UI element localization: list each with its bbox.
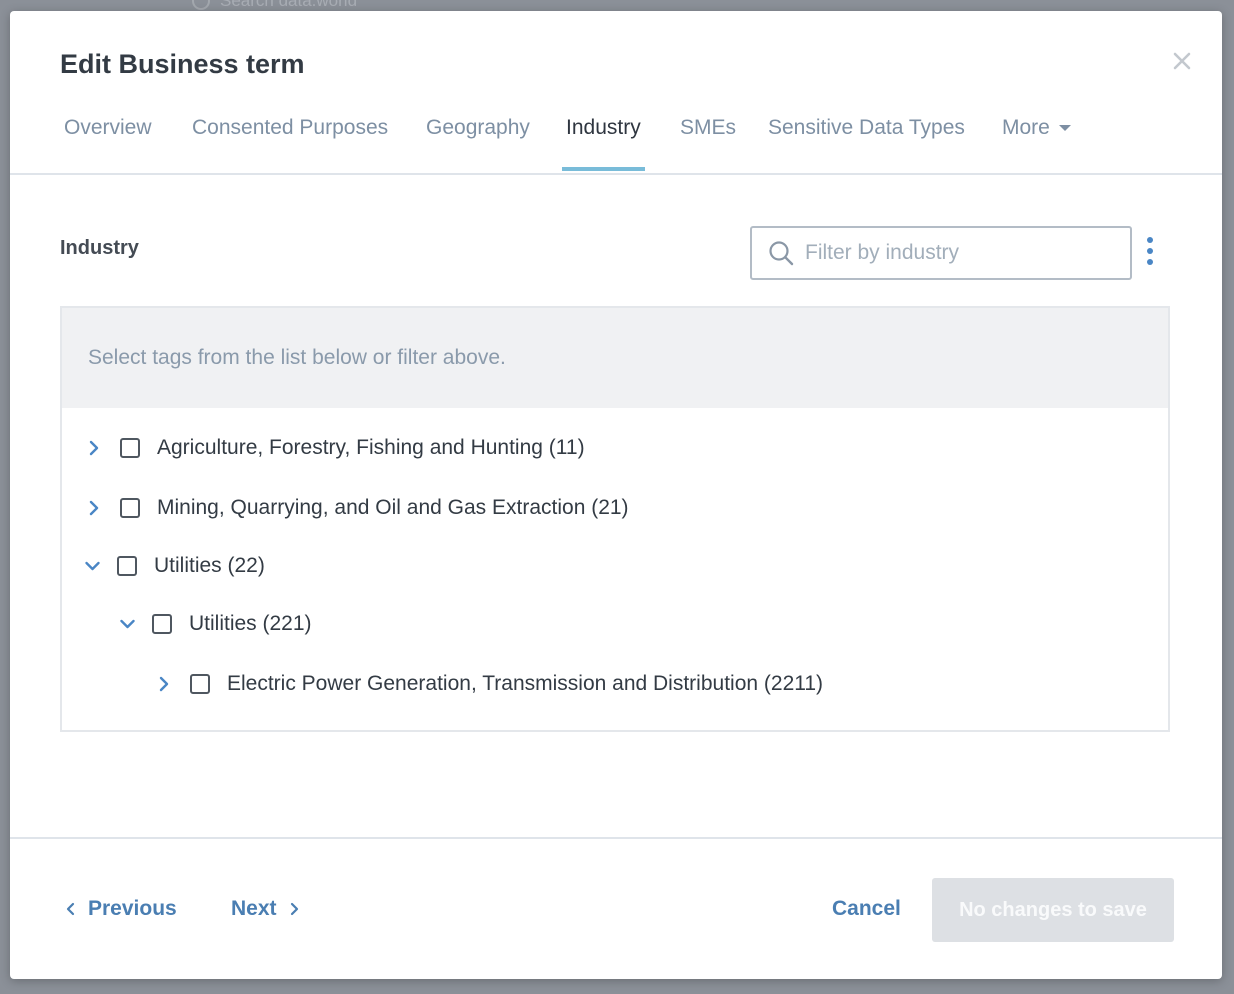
caret-down-icon (1058, 125, 1071, 132)
tree-item-label: Mining, Quarrying, and Oil and Gas Extra… (157, 496, 629, 519)
tree-item: Agriculture, Forestry, Fishing and Hunti… (86, 432, 585, 464)
tab-geography[interactable]: Geography (422, 109, 534, 171)
chevron-right-icon (290, 902, 298, 916)
filter-input[interactable] (803, 232, 1130, 274)
tree-item-label: Agriculture, Forestry, Fishing and Hunti… (157, 436, 585, 459)
tab-sensitive-data-types[interactable]: Sensitive Data Types (764, 109, 969, 171)
tree-item: Electric Power Generation, Transmission … (156, 668, 823, 700)
previous-button[interactable]: Previous (64, 888, 177, 930)
industry-tree-panel: Select tags from the list below or filte… (60, 306, 1170, 732)
tree-item: Mining, Quarrying, and Oil and Gas Extra… (86, 492, 629, 524)
tab-label: Sensitive Data Types (768, 116, 965, 139)
tab-smes[interactable]: SMEs (676, 109, 740, 171)
tab-overview[interactable]: Overview (60, 109, 156, 171)
tree-item-checkbox[interactable] (120, 438, 140, 458)
kebab-dot (1147, 248, 1153, 254)
tree-item: Utilities (22) (83, 550, 265, 582)
tab-label: More (1002, 116, 1050, 139)
tree-item-label: Utilities (221) (189, 612, 312, 635)
search-icon (769, 241, 794, 266)
more-options-icon[interactable] (1144, 231, 1156, 271)
tree-item-checkbox[interactable] (117, 556, 137, 576)
tree-item-label: Electric Power Generation, Transmission … (227, 672, 824, 695)
backdrop-search-placeholder: Search data.world (220, 0, 358, 10)
chevron-left-icon (66, 902, 75, 916)
modal-title: Edit Business term (60, 49, 305, 79)
panel-hint: Select tags from the list below or filte… (62, 308, 1168, 408)
chevron-down-icon[interactable] (118, 616, 137, 632)
search-icon (192, 0, 210, 10)
tab-label: Overview (64, 116, 152, 139)
close-button[interactable] (1168, 47, 1196, 75)
cancel-label: Cancel (832, 897, 901, 920)
tab-label: SMEs (680, 116, 737, 139)
next-label: Next (231, 897, 277, 920)
tree-item-checkbox[interactable] (120, 498, 140, 518)
chevron-right-icon[interactable] (86, 440, 102, 456)
tree-item-checkbox[interactable] (190, 674, 210, 694)
chevron-right-icon[interactable] (156, 676, 172, 692)
cancel-button[interactable]: Cancel (832, 888, 901, 930)
tab-label: Consented Purposes (192, 116, 389, 139)
previous-label: Previous (88, 897, 177, 920)
chevron-down-icon[interactable] (83, 558, 102, 574)
tree-item-checkbox[interactable] (152, 614, 172, 634)
tab-label: Geography (426, 116, 530, 139)
tab-bar: Overview Consented Purposes Geography In… (10, 109, 1222, 175)
tree-item-label: Utilities (22) (154, 554, 265, 577)
footer-divider (10, 837, 1222, 839)
next-button[interactable]: Next (231, 888, 301, 930)
tab-label: Industry (566, 116, 641, 139)
kebab-dot (1147, 259, 1153, 265)
edit-business-term-modal: Edit Business term Overview Consented Pu… (10, 11, 1222, 979)
section-label: Industry (60, 237, 139, 259)
chevron-right-icon[interactable] (86, 500, 102, 516)
kebab-dot (1147, 237, 1153, 243)
tab-industry[interactable]: Industry (562, 109, 645, 171)
save-button[interactable]: No changes to save (932, 878, 1174, 942)
filter-field (750, 226, 1132, 280)
tree-item: Utilities (221) (118, 608, 312, 640)
close-icon (1173, 52, 1191, 70)
tab-more[interactable]: More (998, 109, 1075, 171)
tab-consented-purposes[interactable]: Consented Purposes (188, 109, 392, 171)
